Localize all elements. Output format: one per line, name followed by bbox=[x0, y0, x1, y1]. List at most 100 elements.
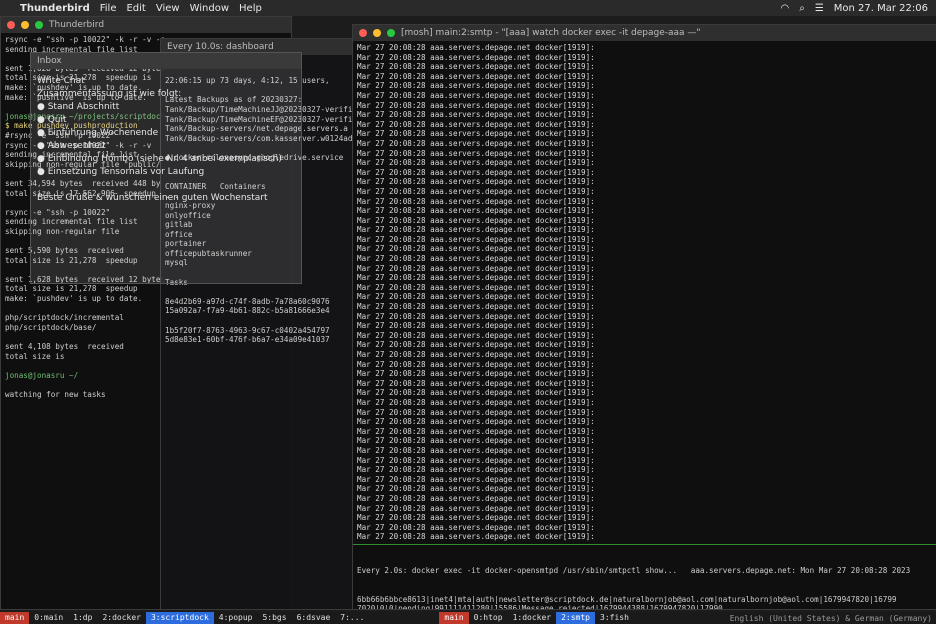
minimize-button[interactable] bbox=[373, 29, 381, 37]
tmux-window-tab[interactable]: 3:fish bbox=[595, 612, 634, 624]
log-line: Mar 27 20:08:28 aaa.servers.depage.net d… bbox=[357, 234, 595, 244]
log-line: Mar 27 20:08:28 aaa.servers.depage.net d… bbox=[357, 90, 595, 100]
tmux-window-tab[interactable]: main bbox=[0, 612, 30, 624]
log-line: Mar 27 20:08:28 aaa.servers.depage.net d… bbox=[357, 455, 595, 465]
mail-line: Write Chat bbox=[37, 76, 85, 86]
tmux-window-tab[interactable]: 0:htop bbox=[469, 612, 508, 624]
tmux-window-tab[interactable]: 7:... bbox=[335, 612, 369, 624]
log-line: Mar 27 20:08:28 aaa.servers.depage.net d… bbox=[357, 311, 595, 321]
menu-view[interactable]: View bbox=[156, 3, 180, 14]
mail-line: ● Einsetzung Tensornals vor Laufung bbox=[37, 167, 205, 177]
log-line: Mar 27 20:08:28 aaa.servers.depage.net d… bbox=[357, 148, 595, 158]
log-line: Mar 27 20:08:28 aaa.servers.depage.net d… bbox=[357, 330, 595, 340]
right-terminal-window[interactable]: [mosh] main:2:smtp - "[aaa] watch docker… bbox=[352, 24, 936, 610]
menu-help[interactable]: Help bbox=[239, 3, 262, 14]
log-line: Mar 27 20:08:28 aaa.servers.depage.net d… bbox=[357, 254, 595, 264]
log-line: Mar 27 20:08:28 aaa.servers.depage.net d… bbox=[357, 167, 595, 177]
log-line: Mar 27 20:08:28 aaa.servers.depage.net d… bbox=[357, 388, 595, 398]
log-line: Mar 27 20:08:28 aaa.servers.depage.net d… bbox=[357, 350, 595, 359]
menu-file[interactable]: File bbox=[100, 3, 117, 14]
tmux-window-tab[interactable]: 2:smtp bbox=[556, 612, 595, 624]
log-line: Mar 27 20:08:28 aaa.servers.depage.net d… bbox=[357, 503, 595, 513]
log-line: Mar 27 20:08:28 aaa.servers.depage.net d… bbox=[357, 407, 595, 417]
queue-line: 7020|0|0|pending|991111411280|15586|Mess… bbox=[357, 604, 723, 610]
tmux-right-windows: main 0:htop 1:docker 2:smtp 3:fish bbox=[439, 612, 634, 624]
log-line: Mar 27 20:08:28 aaa.servers.depage.net d… bbox=[357, 225, 595, 235]
tmux-window-tab[interactable]: 0:main bbox=[29, 612, 68, 624]
zoom-button[interactable] bbox=[387, 29, 395, 37]
terminal-line: 5d8e83e1-60bf-476f-b6a7-e34a09e41037 bbox=[165, 335, 330, 345]
close-button[interactable] bbox=[7, 21, 15, 29]
menubar-clock[interactable]: Mon 27. Mar 22:06 bbox=[834, 3, 928, 14]
close-button[interactable] bbox=[359, 29, 367, 37]
tmux-window-tab[interactable]: 1:dp bbox=[68, 612, 97, 624]
mail-window-overlay[interactable]: Inbox Write Chat Zusammenfassung ist wie … bbox=[30, 52, 302, 284]
terminal-line: 1b5f20f7-8763-4963-9c67-c0402a454797 bbox=[165, 325, 330, 335]
right-terminal-title: [mosh] main:2:smtp - "[aaa] watch docker… bbox=[401, 28, 701, 38]
tmux-left-windows: main 0:main 1:dp 2:docker 3:scriptdock 4:popu… bbox=[0, 612, 369, 624]
left-terminal-title: Thunderbird bbox=[49, 20, 105, 30]
log-line: Mar 27 20:08:28 aaa.servers.depage.net d… bbox=[357, 493, 595, 503]
log-line: Mar 27 20:08:28 aaa.servers.depage.net d… bbox=[357, 465, 595, 475]
log-line: Mar 27 20:08:28 aaa.servers.depage.net d… bbox=[357, 369, 595, 379]
queue-listing: 6bb66b6bbce8613|inet4|mta|auth|newslette… bbox=[357, 595, 933, 610]
tmux-window-tab[interactable]: 3:scriptdock bbox=[145, 612, 214, 624]
tmux-window-tab[interactable]: main bbox=[439, 612, 469, 624]
mail-line: ● Stand Abschnitt bbox=[37, 102, 120, 112]
tmux-window-tab[interactable]: 5:bgs bbox=[257, 612, 291, 624]
mail-line bbox=[37, 179, 295, 192]
menu-app-name[interactable]: Thunderbird bbox=[20, 3, 90, 14]
log-line: Mar 27 20:08:28 aaa.servers.depage.net d… bbox=[357, 273, 595, 283]
terminal-line: 8e4d2b69-a97d-c74f-8adb-7a78a60c9076 bbox=[165, 296, 330, 306]
input-source-label: English (United States) & German (German… bbox=[729, 613, 932, 623]
wifi-icon[interactable]: ◠ bbox=[780, 3, 789, 14]
log-line: Mar 27 20:08:28 aaa.servers.depage.net d… bbox=[357, 359, 595, 369]
menu-edit[interactable]: Edit bbox=[126, 3, 145, 14]
control-center-icon[interactable]: ☰ bbox=[815, 3, 824, 14]
log-line: Mar 27 20:08:28 aaa.servers.depage.net d… bbox=[357, 445, 595, 455]
log-line: Mar 27 20:08:28 aaa.servers.depage.net d… bbox=[357, 292, 595, 302]
log-line: Mar 27 20:08:28 aaa.servers.depage.net d… bbox=[357, 522, 595, 532]
mail-line: ● Quit bbox=[37, 115, 67, 125]
smtp-log-output: Mar 27 20:08:28 aaa.servers.depage.net d… bbox=[353, 41, 936, 544]
terminal-line: 15a092a7-f7a9-4b61-882c-b5a81666e3e4 bbox=[165, 306, 330, 316]
log-line: Mar 27 20:08:28 aaa.servers.depage.net d… bbox=[357, 100, 595, 110]
log-line: Mar 27 20:08:28 aaa.servers.depage.net d… bbox=[357, 244, 595, 254]
tmux-window-tab[interactable]: 6:dsvae bbox=[292, 612, 336, 624]
watch-header: Every 2.0s: docker exec -it docker-opens… bbox=[357, 566, 911, 576]
mail-tab-bar[interactable]: Inbox bbox=[31, 53, 301, 69]
inbox-tab[interactable]: Inbox bbox=[37, 56, 62, 66]
right-terminal-titlebar[interactable]: [mosh] main:2:smtp - "[aaa] watch docker… bbox=[353, 25, 936, 41]
log-line: Mar 27 20:08:28 aaa.servers.depage.net d… bbox=[357, 71, 595, 81]
mail-body: Write Chat Zusammenfassung ist wie folgt:… bbox=[31, 69, 301, 211]
tmux-window-tab[interactable]: 2:docker bbox=[97, 612, 146, 624]
search-icon[interactable]: ⌕ bbox=[799, 3, 805, 14]
log-line: Mar 27 20:08:28 aaa.servers.depage.net d… bbox=[357, 206, 595, 216]
log-line: Mar 27 20:08:28 aaa.servers.depage.net d… bbox=[357, 196, 595, 206]
tmux-window-tab[interactable]: 1:docker bbox=[508, 612, 557, 624]
log-line: Mar 27 20:08:28 aaa.servers.depage.net d… bbox=[357, 52, 595, 62]
log-line: Mar 27 20:08:28 aaa.servers.depage.net d… bbox=[357, 43, 595, 52]
log-line: Mar 27 20:08:28 aaa.servers.depage.net d… bbox=[357, 282, 595, 292]
log-line: Mar 27 20:08:28 aaa.servers.depage.net d… bbox=[357, 110, 595, 120]
log-line: Mar 27 20:08:28 aaa.servers.depage.net d… bbox=[357, 474, 595, 484]
log-line: Mar 27 20:08:28 aaa.servers.depage.net d… bbox=[357, 186, 595, 196]
left-terminal-titlebar[interactable]: Thunderbird bbox=[1, 17, 291, 33]
log-line: Mar 27 20:08:28 aaa.servers.depage.net d… bbox=[357, 417, 595, 427]
log-line: Mar 27 20:08:28 aaa.servers.depage.net d… bbox=[357, 158, 595, 168]
log-line: Mar 27 20:08:28 aaa.servers.depage.net d… bbox=[357, 484, 595, 494]
minimize-button[interactable] bbox=[21, 21, 29, 29]
zoom-button[interactable] bbox=[35, 21, 43, 29]
tmux-window-tab[interactable]: 4:popup bbox=[214, 612, 258, 624]
log-line: Mar 27 20:08:28 aaa.servers.depage.net d… bbox=[357, 119, 595, 129]
menu-window[interactable]: Window bbox=[190, 3, 229, 14]
log-line: Mar 27 20:08:28 aaa.servers.depage.net d… bbox=[357, 426, 595, 436]
log-line: Mar 27 20:08:28 aaa.servers.depage.net d… bbox=[357, 62, 595, 72]
log-line: Mar 27 20:08:28 aaa.servers.depage.net d… bbox=[357, 532, 595, 542]
log-line: Mar 27 20:08:28 aaa.servers.depage.net d… bbox=[357, 397, 595, 407]
log-line: Mar 27 20:08:28 aaa.servers.depage.net d… bbox=[357, 177, 595, 187]
log-line: Mar 27 20:08:28 aaa.servers.depage.net d… bbox=[357, 263, 595, 273]
mail-line: Beste Grüße & wünschen einen guten Woche… bbox=[37, 193, 268, 203]
